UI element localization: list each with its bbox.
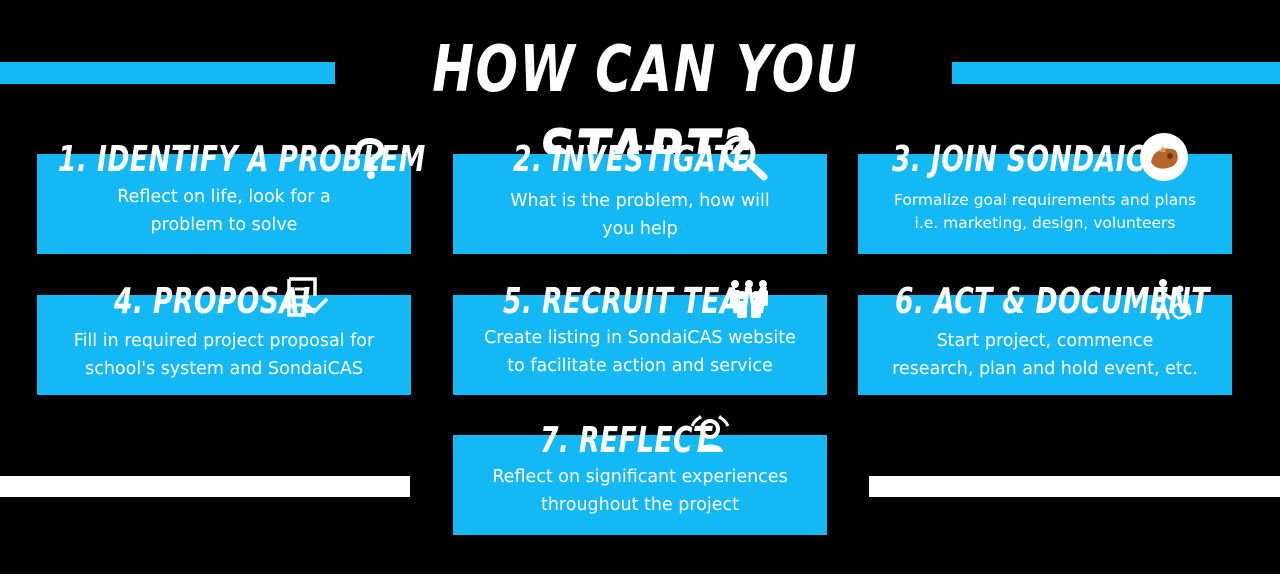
- step-3-heading: 3. JOIN SONDAICAS: [892, 134, 1280, 184]
- reflect-person-icon: [689, 414, 731, 456]
- step-6-line-2: research, plan and hold event, etc.: [892, 359, 1198, 379]
- step-4-line-1: Fill in required project proposal for: [73, 331, 375, 351]
- checklist-document-icon: [286, 276, 330, 318]
- step-2-heading-label: 2. INVESTIGATE: [513, 138, 751, 180]
- step-1-line-1: Reflect on life, look for a: [117, 187, 331, 207]
- title-bar-right: [952, 62, 1280, 84]
- step-7-heading: 7. REFLECT: [540, 415, 772, 465]
- step-2-heading: 2. INVESTIGATE: [513, 134, 834, 184]
- title-bar-left: [0, 62, 335, 84]
- step-3-line-1: Formalize goal requirements and plans: [893, 191, 1197, 209]
- step-5-heading: 5. RECRUIT TEAM: [503, 276, 861, 326]
- step-2-line-1: What is the problem, how will: [510, 191, 770, 211]
- step-6-line-1: Start project, commence: [936, 331, 1154, 351]
- step-2-line-2: you help: [602, 219, 678, 239]
- step-4-line-2: school's system and SondaiCAS: [85, 359, 363, 379]
- sondaicas-logo-icon: [1139, 132, 1189, 182]
- step-6-heading: 6. ACT & DOCUMENT: [895, 276, 1280, 326]
- bottom-bar-left: [0, 476, 410, 497]
- step-7-line-1: Reflect on significant experiences: [492, 467, 788, 487]
- step-5-line-2: to facilitate action and service: [507, 356, 773, 376]
- step-1-line-2: problem to solve: [150, 215, 298, 235]
- step-5-line-1: Create listing in SondaiCAS website: [484, 328, 796, 348]
- question-icon: [354, 136, 386, 180]
- step-7-heading-label: 7. REFLECT: [540, 419, 712, 461]
- magnifier-icon: [720, 134, 770, 182]
- step-3-line-2: i.e. marketing, design, volunteers: [914, 214, 1176, 232]
- bottom-bar-right: [869, 476, 1280, 497]
- step-7-line-2: throughout the project: [540, 495, 739, 515]
- helping-person-icon: [1153, 278, 1195, 320]
- team-icon: [727, 278, 771, 320]
- step-4-heading: 4. PROPOSAL: [114, 276, 389, 326]
